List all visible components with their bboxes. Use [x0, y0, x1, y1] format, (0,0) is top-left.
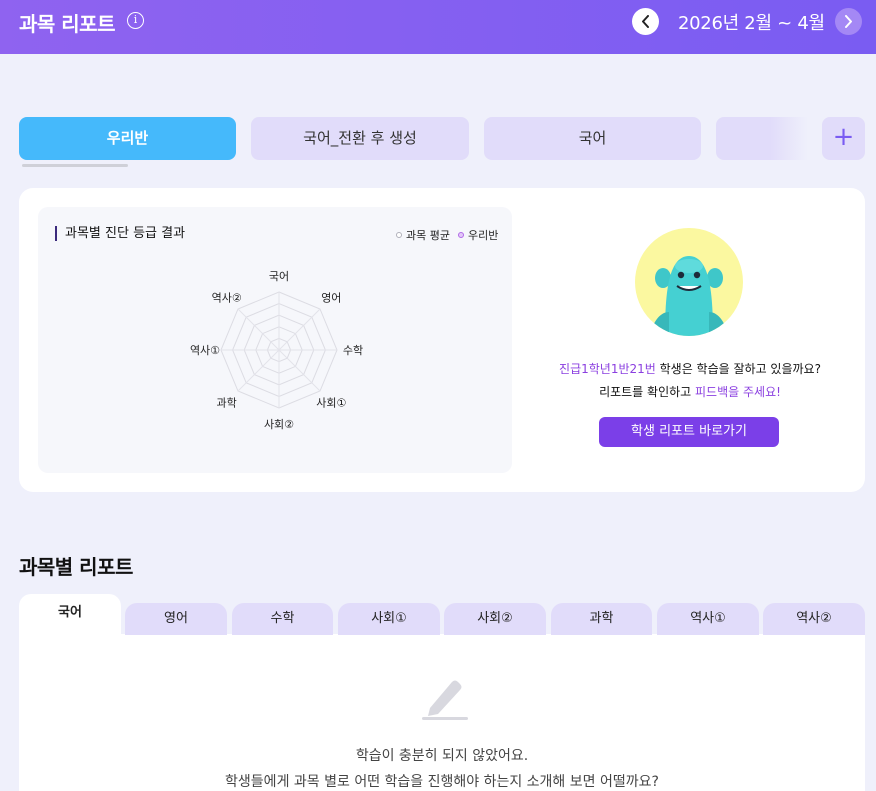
page-title: 과목 리포트	[19, 12, 115, 36]
radar-axis-label: 영어	[321, 292, 341, 305]
subject-tab-korean[interactable]: 국어	[19, 594, 121, 635]
subject-tab-english[interactable]: 영어	[125, 603, 227, 635]
subject-tab-social1[interactable]: 사회①	[338, 603, 440, 635]
radar-axis-label: 역사②	[212, 292, 242, 305]
feedback-highlight: 피드백을 주세요!	[695, 385, 781, 399]
radar-axis-label: 사회②	[264, 418, 294, 431]
tab-scroll-fade	[770, 117, 808, 160]
tab-scroll-indicator	[22, 164, 128, 167]
subject-report-title: 과목별 리포트	[19, 555, 133, 579]
legend-label: 우리반	[468, 229, 499, 242]
radar-axis-label: 수학	[343, 344, 363, 357]
legend-dot	[458, 232, 464, 238]
feedback-prompt: 리포트를 확인하고 피드백을 주세요!	[540, 383, 840, 400]
radar-chart: 국어영어수학사회① 사회② 과학 역사① 역사②	[190, 270, 363, 431]
mascot-illustration	[649, 256, 729, 336]
radar-axis-label: 과학	[217, 396, 237, 409]
legend-label: 과목 평균	[406, 229, 450, 242]
mascot-avatar-icon	[635, 228, 743, 336]
subject-tab-history2[interactable]: 역사②	[763, 603, 865, 635]
class-tab-korean-converted[interactable]: 국어_전환 후 생성	[251, 117, 469, 160]
radar-axis-label: 역사①	[190, 344, 220, 357]
student-report-button[interactable]: 학생 리포트 바로가기	[599, 417, 779, 447]
subject-tab-math[interactable]: 수학	[232, 603, 333, 635]
pencil-icon	[422, 680, 468, 720]
legend-our-class: 우리반	[458, 227, 498, 243]
class-tab-our-class[interactable]: 우리반	[19, 117, 236, 160]
student-name: 진급1학년1반21번	[559, 362, 656, 376]
plus-icon: +	[832, 122, 855, 152]
subject-tab-history1[interactable]: 역사①	[657, 603, 759, 635]
chevron-right-icon	[845, 15, 852, 28]
next-period-button[interactable]	[835, 8, 862, 35]
radar-axis-label: 사회①	[316, 396, 346, 409]
legend-subject-average: 과목 평균	[396, 227, 450, 243]
subject-tab-social2[interactable]: 사회②	[444, 603, 546, 635]
chart-title: 과목별 진단 등급 결과	[55, 226, 185, 241]
radar-grid	[220, 291, 338, 409]
student-question: 진급1학년1반21번 학생은 학습을 잘하고 있을까요?	[540, 360, 840, 377]
class-tab-korean[interactable]: 국어	[484, 117, 701, 160]
info-circle-icon[interactable]: i	[127, 12, 144, 29]
date-range-label: 2026년 2월 ~ 4월	[678, 13, 825, 34]
subject-tab-science[interactable]: 과학	[551, 603, 652, 635]
empty-state-suggestion: 학생들에게 과목 별로 어떤 학습을 진행해야 하는지 소개해 보면 어떨까요?	[225, 774, 659, 790]
legend-dot	[396, 232, 402, 238]
radar-axis-label: 국어	[269, 270, 289, 283]
empty-state-message: 학습이 충분히 되지 않았어요.	[355, 748, 529, 764]
student-question-text: 학생은 학습을 잘하고 있을까요?	[655, 362, 821, 376]
feedback-prefix: 리포트를 확인하고	[599, 385, 696, 399]
chevron-left-icon	[642, 15, 649, 28]
add-class-tab-button[interactable]: +	[822, 117, 865, 160]
prev-period-button[interactable]	[632, 8, 659, 35]
